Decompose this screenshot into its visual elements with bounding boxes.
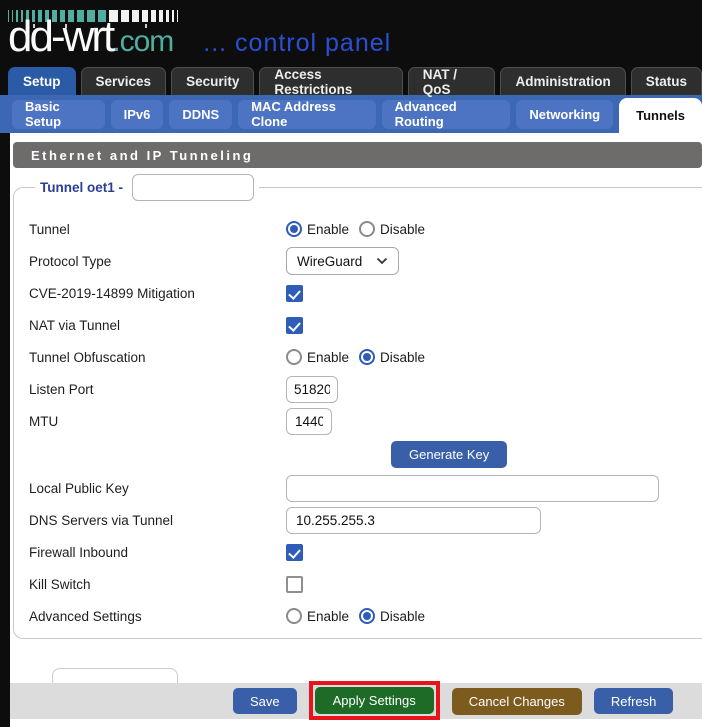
chevron-down-icon <box>376 257 388 265</box>
tunnel-disable-label: Disable <box>380 222 425 237</box>
mtu-row: MTU <box>29 405 702 437</box>
firewall-inbound-checkbox[interactable] <box>286 544 303 561</box>
tunnel-row: Tunnel Enable Disable <box>29 213 702 245</box>
protocol-type-value: WireGuard <box>297 254 362 269</box>
subtab-advanced-routing[interactable]: Advanced Routing <box>382 100 511 129</box>
logo: dd-wrt .com ... control panel <box>8 12 391 62</box>
apply-settings-button[interactable]: Apply Settings <box>315 687 434 714</box>
tab-nat-qos[interactable]: NAT / QoS <box>408 67 496 95</box>
generate-key-row: Generate Key <box>29 437 702 472</box>
tab-administration[interactable]: Administration <box>500 67 625 95</box>
nat-via-tunnel-label: NAT via Tunnel <box>29 318 286 333</box>
advanced-disable-label: Disable <box>380 609 425 624</box>
advanced-disable-radio[interactable] <box>359 608 375 624</box>
tunnel-fieldset: Tunnel oet1 - Tunnel Enable Disable Prot… <box>13 174 702 639</box>
tab-security[interactable]: Security <box>171 67 254 95</box>
advanced-enable-radio[interactable] <box>286 608 302 624</box>
section-header: Ethernet and IP Tunneling <box>13 142 702 168</box>
tunnel-enable-radio[interactable] <box>286 221 302 237</box>
kill-switch-label: Kill Switch <box>29 577 286 592</box>
cancel-changes-button[interactable]: Cancel Changes <box>452 688 582 715</box>
tunnel-fieldset-legend: Tunnel oet1 - <box>35 174 259 201</box>
obfuscation-disable-label: Disable <box>380 350 425 365</box>
listen-port-input[interactable] <box>286 376 338 403</box>
protocol-type-row: Protocol Type WireGuard <box>29 245 702 277</box>
local-public-key-row: Local Public Key <box>29 472 702 504</box>
sub-tab-bar: Basic Setup IPv6 DDNS MAC Address Clone … <box>0 95 702 133</box>
firewall-inbound-label: Firewall Inbound <box>29 545 286 560</box>
subtab-tunnels[interactable]: Tunnels <box>619 98 702 133</box>
listen-port-label: Listen Port <box>29 382 286 397</box>
clipped-button-top[interactable] <box>52 668 178 683</box>
firewall-inbound-row: Firewall Inbound <box>29 536 702 568</box>
tab-services[interactable]: Services <box>81 67 167 95</box>
tunnel-legend-label: Tunnel oet1 - <box>40 180 123 195</box>
listen-port-row: Listen Port <box>29 373 702 405</box>
kill-switch-checkbox[interactable] <box>286 576 303 593</box>
dns-servers-row: DNS Servers via Tunnel <box>29 504 702 536</box>
page-body: Ethernet and IP Tunneling Tunnel oet1 - … <box>0 133 702 727</box>
logo-text-com: .com <box>112 25 173 59</box>
dns-servers-input[interactable] <box>286 507 541 534</box>
content-area: Ethernet and IP Tunneling Tunnel oet1 - … <box>10 133 702 683</box>
cve-mitigation-row: CVE-2019-14899 Mitigation <box>29 277 702 309</box>
tunnel-enable-label: Enable <box>307 222 349 237</box>
logo-text-ddwrt: dd-wrt <box>8 12 112 62</box>
advanced-enable-label: Enable <box>307 609 349 624</box>
tunnel-name-input[interactable] <box>132 174 254 201</box>
tunnel-disable-radio[interactable] <box>359 221 375 237</box>
section-title: Ethernet and IP Tunneling <box>31 148 253 163</box>
bottom-margin-strip <box>10 719 702 727</box>
subtab-mac-address-clone[interactable]: MAC Address Clone <box>238 100 375 129</box>
dns-servers-label: DNS Servers via Tunnel <box>29 513 286 528</box>
obfuscation-enable-radio[interactable] <box>286 349 302 365</box>
subtab-networking[interactable]: Networking <box>516 100 613 129</box>
obfuscation-enable-label: Enable <box>307 350 349 365</box>
refresh-button[interactable]: Refresh <box>594 688 674 714</box>
footer-button-bar: Save Apply Settings Cancel Changes Refre… <box>10 683 702 719</box>
main-tab-bar: Setup Services Security Access Restricti… <box>0 62 702 95</box>
local-public-key-input[interactable] <box>286 475 659 502</box>
nat-via-tunnel-checkbox[interactable] <box>286 317 303 334</box>
cve-mitigation-label: CVE-2019-14899 Mitigation <box>29 286 286 301</box>
tab-status[interactable]: Status <box>631 67 702 95</box>
advanced-settings-label: Advanced Settings <box>29 609 286 624</box>
tunnel-obfuscation-row: Tunnel Obfuscation Enable Disable <box>29 341 702 373</box>
tunnel-label: Tunnel <box>29 222 286 237</box>
mtu-label: MTU <box>29 414 286 429</box>
tab-setup[interactable]: Setup <box>8 67 76 95</box>
advanced-settings-row: Advanced Settings Enable Disable <box>29 600 702 632</box>
local-public-key-label: Local Public Key <box>29 481 286 496</box>
subtab-basic-setup[interactable]: Basic Setup <box>12 100 105 129</box>
mtu-input[interactable] <box>286 408 332 435</box>
tunnel-obfuscation-label: Tunnel Obfuscation <box>29 350 286 365</box>
generate-key-button[interactable]: Generate Key <box>391 441 507 468</box>
kill-switch-row: Kill Switch <box>29 568 702 600</box>
dd-wrt-control-panel: dd-wrt .com ... control panel Setup Serv… <box>0 0 702 727</box>
header: dd-wrt .com ... control panel <box>0 0 702 62</box>
protocol-type-select[interactable]: WireGuard <box>286 247 399 275</box>
annotation-highlight-box: Apply Settings <box>309 681 440 720</box>
logo-tagline: ... control panel <box>203 29 391 58</box>
protocol-type-label: Protocol Type <box>29 254 286 269</box>
subtab-ipv6[interactable]: IPv6 <box>111 100 164 129</box>
obfuscation-disable-radio[interactable] <box>359 349 375 365</box>
subtab-ddns[interactable]: DDNS <box>169 100 232 129</box>
cve-mitigation-checkbox[interactable] <box>286 285 303 302</box>
tab-access-restrictions[interactable]: Access Restrictions <box>259 67 402 95</box>
nat-via-tunnel-row: NAT via Tunnel <box>29 309 702 341</box>
save-button[interactable]: Save <box>233 688 297 714</box>
